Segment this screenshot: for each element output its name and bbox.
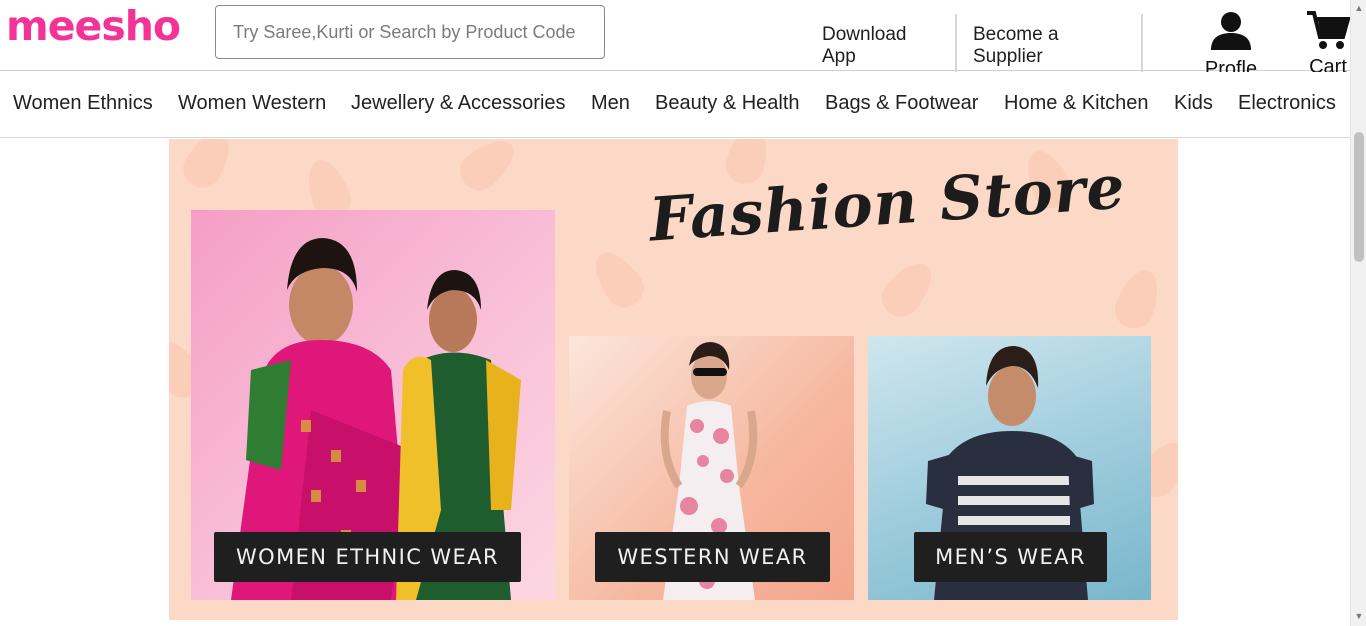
nav-item-electronics[interactable]: Electronics (1238, 92, 1336, 115)
top-header: meesho Download App Become a Supplier Pr… (0, 0, 1351, 80)
nav-item-women-western[interactable]: Women Western (178, 92, 326, 115)
nav-item-jewellery[interactable]: Jewellery & Accessories (351, 92, 566, 115)
cart-icon (1307, 11, 1351, 49)
download-app-line1: Download (822, 24, 907, 45)
search-input[interactable] (215, 5, 605, 59)
scroll-down-arrow-icon[interactable]: ▼ (1351, 608, 1366, 624)
leaf-pattern (874, 253, 942, 325)
western-wear-tile[interactable]: WESTERN WEAR (569, 336, 854, 600)
women-ethnic-tile[interactable]: WOMEN ETHNIC WEAR (191, 210, 555, 600)
category-nav: Women Ethnics Women Western Jewellery & … (0, 72, 1350, 138)
cart-button[interactable]: Cart (1303, 9, 1353, 79)
nav-item-kids[interactable]: Kids (1174, 92, 1213, 115)
become-supplier-line2: Supplier (973, 46, 1043, 67)
mens-wear-label: MEN’S WEAR (914, 532, 1107, 582)
nav-item-home-kitchen[interactable]: Home & Kitchen (1004, 92, 1149, 115)
leaf-pattern (176, 139, 240, 195)
leaf-pattern (452, 139, 524, 198)
profile-button[interactable]: Profle (1201, 9, 1261, 81)
fashion-store-banner[interactable]: Fashion Store WOMEN ETHNIC WEAR WESTERN … (169, 139, 1178, 620)
western-wear-label: WESTERN WEAR (595, 532, 830, 582)
leaf-pattern (585, 243, 651, 315)
scroll-thumb[interactable] (1354, 132, 1364, 262)
nav-item-men[interactable]: Men (591, 92, 630, 115)
page-scrollbar[interactable]: ▲ ▼ (1350, 0, 1366, 626)
mens-wear-tile[interactable]: MEN’S WEAR (868, 336, 1151, 600)
download-app-link[interactable]: Download App (822, 24, 907, 68)
header-divider (1141, 14, 1143, 78)
nav-item-beauty-health[interactable]: Beauty & Health (655, 92, 800, 115)
header-divider (955, 14, 957, 78)
nav-item-women-ethnics[interactable]: Women Ethnics (13, 92, 153, 115)
banner-title: Fashion Store (647, 152, 1128, 256)
meesho-logo[interactable]: meesho (6, 6, 181, 47)
leaf-pattern (1109, 264, 1167, 334)
download-app-line2: App (822, 46, 856, 67)
scroll-up-arrow-icon[interactable]: ▲ (1351, 0, 1366, 16)
become-supplier-link[interactable]: Become a Supplier (973, 24, 1059, 68)
nav-item-bags-footwear[interactable]: Bags & Footwear (825, 92, 978, 115)
user-icon (1211, 12, 1251, 50)
become-supplier-line1: Become a (973, 24, 1059, 45)
women-ethnic-wear-label: WOMEN ETHNIC WEAR (214, 532, 521, 582)
